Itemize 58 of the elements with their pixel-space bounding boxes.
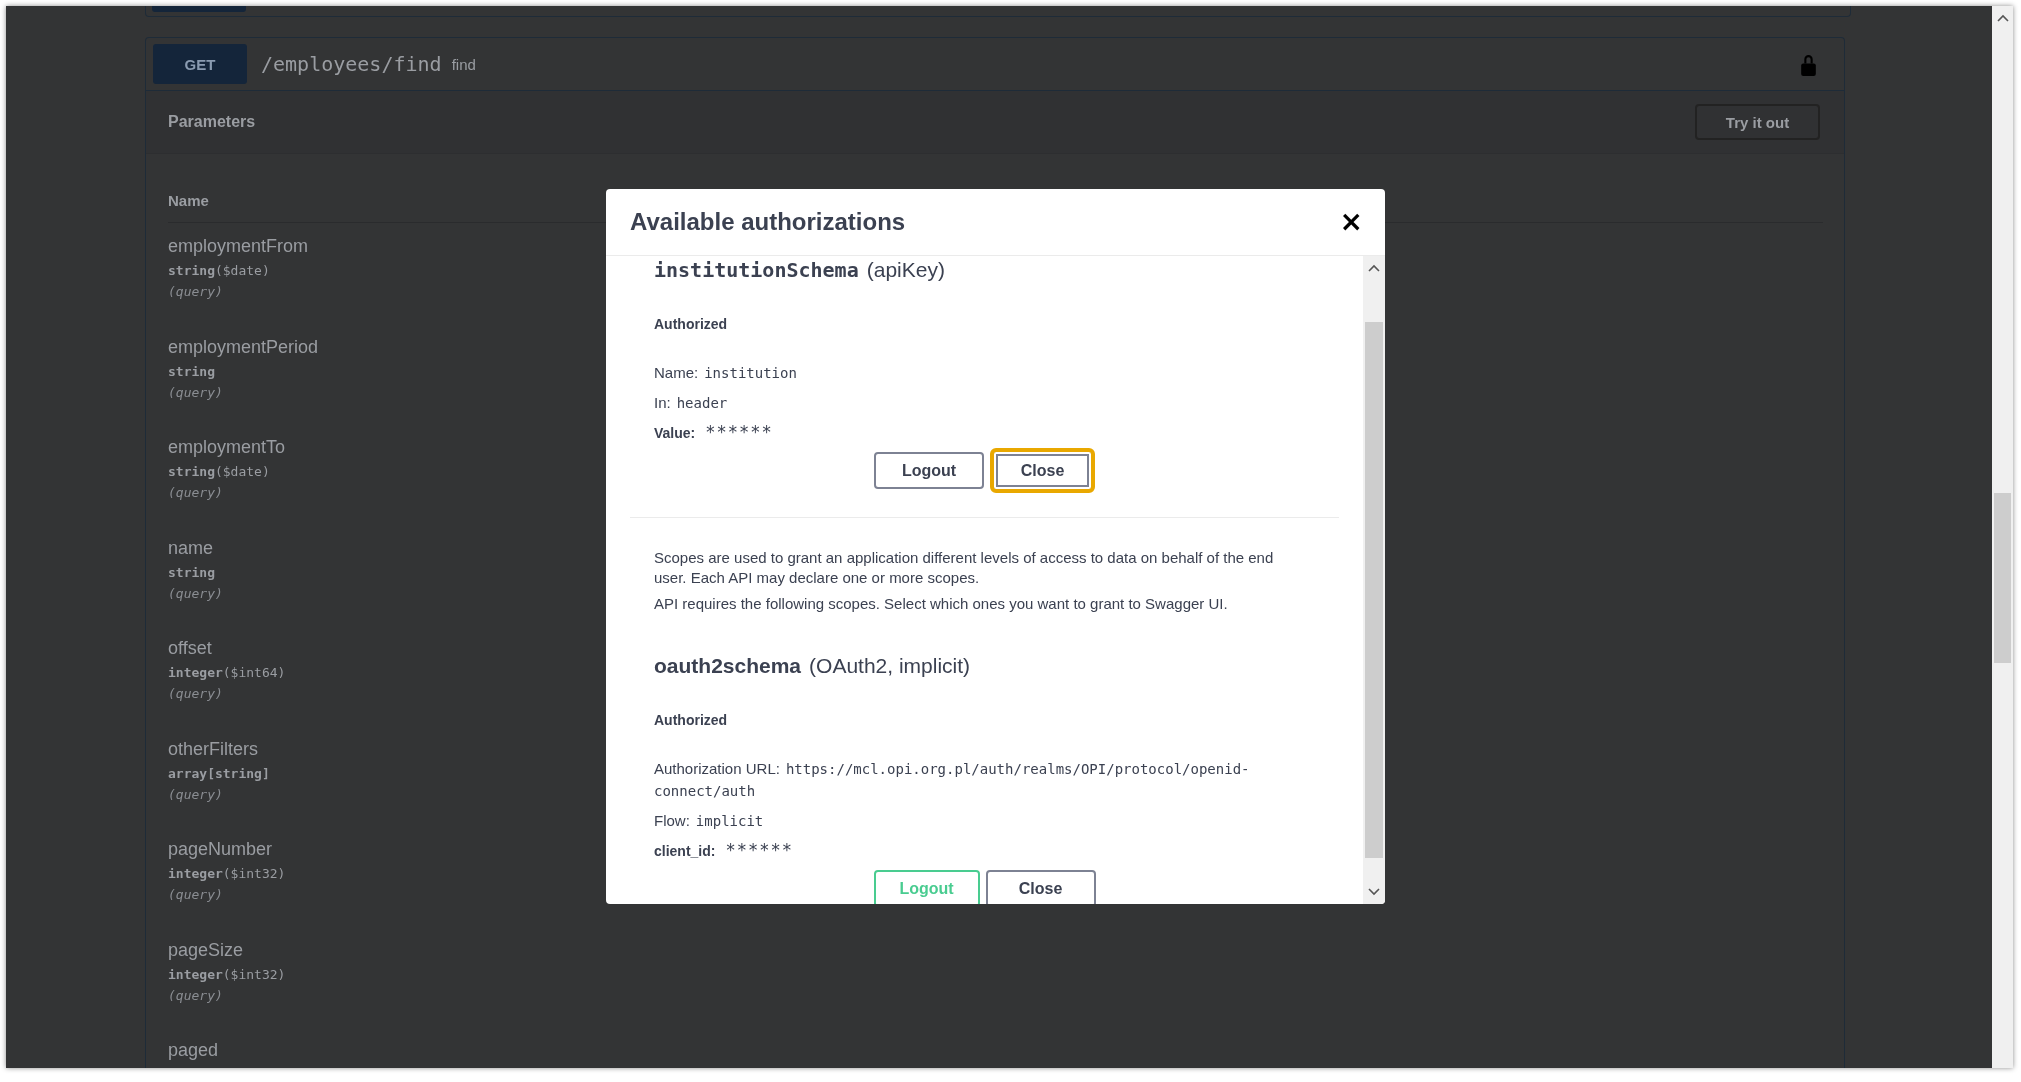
parameter-location: (query) xyxy=(168,786,223,802)
parameter-name: employmentFrom xyxy=(168,235,309,257)
scrollbar[interactable] xyxy=(1363,256,1385,904)
dialog-button[interactable]: Close xyxy=(985,870,1096,904)
credential-detail: Name: institution xyxy=(654,363,797,383)
parameter-location: (query) xyxy=(168,987,223,1003)
dialog-title: Available authorizations xyxy=(630,208,906,236)
parameter-type: string xyxy=(168,363,215,379)
column-header: Name xyxy=(168,192,209,209)
auth-status: Authorized xyxy=(653,316,729,332)
credential-detail: client_id: ****** xyxy=(654,840,793,862)
parameter-type: string xyxy=(168,564,215,580)
endpoint-path: /employees/find xyxy=(261,52,442,76)
parameter-name: offset xyxy=(168,637,212,659)
scopes-description: Scopes are used to grant an application different levels of access to data on behalf of the end user. Each API may declare one or more scopes. xyxy=(654,548,1275,588)
parameter-type: integer($int32) xyxy=(168,966,286,982)
endpoint-summary: find xyxy=(451,55,476,73)
parameter-name: employmentTo xyxy=(168,436,286,458)
credential-detail: In: header xyxy=(654,393,728,413)
parameter-type: string($date) xyxy=(168,263,270,278)
scheme-name: institutionSchema xyxy=(654,258,859,282)
scheme-name: oauth2schema xyxy=(654,654,802,678)
credential-detail: Authorization URL: https://mcl.opi.org.pl/auth/realms/OPI/protocol/openid-connect/auth xyxy=(654,759,1251,801)
parameter-type: array[string] xyxy=(168,765,270,781)
method-badge: GET xyxy=(153,44,247,84)
auth-status: Authorized xyxy=(653,712,729,728)
scrollbar-thumb[interactable] xyxy=(1994,493,2011,663)
parameter-location: (query) xyxy=(168,485,223,500)
parameter-location: (query) xyxy=(168,384,223,400)
parameter-location: (query) xyxy=(168,887,223,902)
dialog-button[interactable]: Logout xyxy=(874,452,984,489)
scrollbar-thumb[interactable] xyxy=(1365,322,1383,858)
parameter-location: (query) xyxy=(168,585,223,601)
parameter-type: integer($int64) xyxy=(168,665,286,680)
close-button[interactable]: × xyxy=(1335,208,1367,236)
parameter-location: (query) xyxy=(168,686,223,701)
dialog-button[interactable]: Close xyxy=(990,448,1095,493)
parameter-type: string($date) xyxy=(168,464,270,479)
scrollbar[interactable] xyxy=(1992,6,2013,1068)
parameter-location: (query) xyxy=(168,284,223,299)
parameter-name: otherFilters xyxy=(168,737,259,760)
scheme-type: (OAuth2, implicit) xyxy=(809,654,971,678)
lock-icon[interactable] xyxy=(1800,52,1817,76)
scroll-up-icon[interactable] xyxy=(1368,264,1380,272)
scheme-type: (apiKey) xyxy=(866,258,945,282)
credential-detail: Value: ****** xyxy=(654,422,773,444)
parameter-name: paged xyxy=(168,1039,219,1061)
scopes-description: API requires the following scopes. Select which ones you want to grant to Swagger UI. xyxy=(654,594,1229,614)
parameter-type: integer($int32) xyxy=(168,866,286,881)
try-it-out-button[interactable]: Try it out xyxy=(1695,104,1820,140)
parameter-name: name xyxy=(168,536,214,559)
section-title: Parameters xyxy=(168,113,256,131)
parameter-name: pageSize xyxy=(168,938,244,961)
credential-detail: Flow: implicit xyxy=(654,811,764,831)
scroll-down-icon[interactable] xyxy=(1368,888,1380,896)
parameter-name: employmentPeriod xyxy=(168,335,319,358)
scroll-up-icon[interactable] xyxy=(1997,14,2009,22)
parameter-name: pageNumber xyxy=(168,838,273,860)
